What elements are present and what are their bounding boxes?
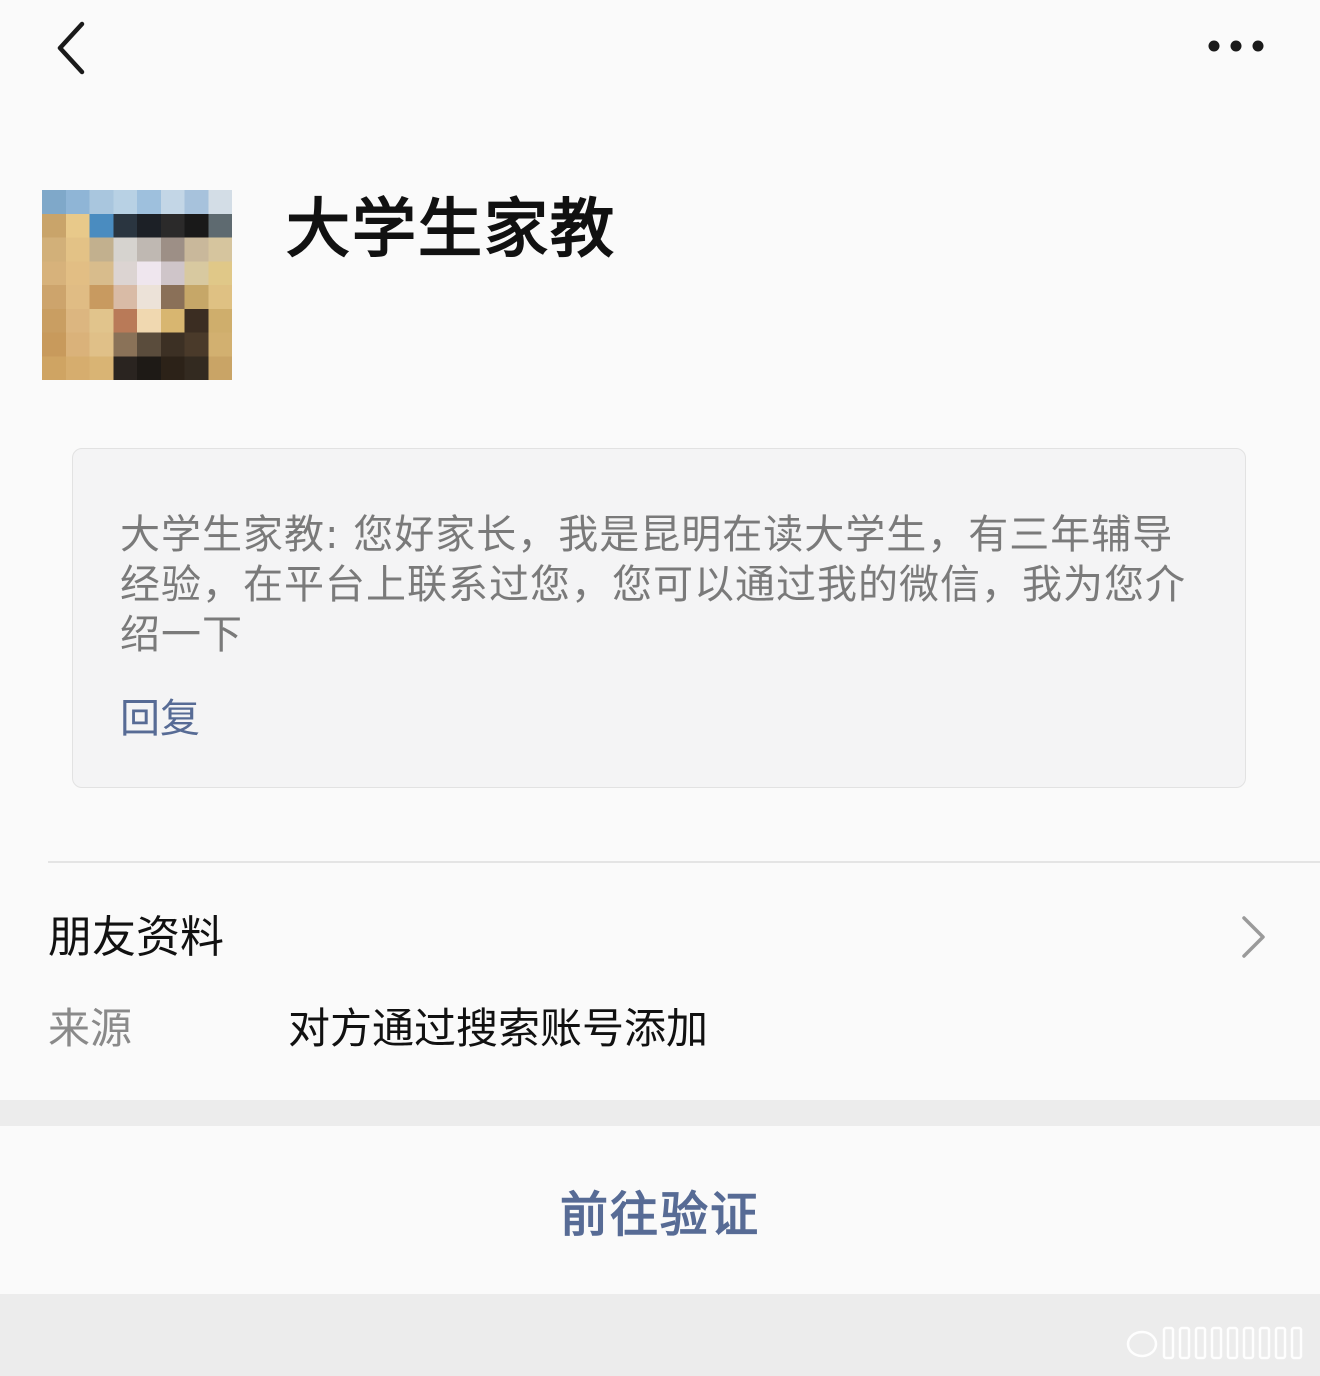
watermark-logo	[1120, 1322, 1310, 1364]
chevron-right-icon	[1236, 914, 1270, 960]
source-value: 对方通过搜索账号添加	[288, 1004, 709, 1053]
avatar[interactable]	[42, 190, 232, 380]
more-horizontal-icon	[1206, 38, 1266, 58]
back-button[interactable]	[40, 14, 100, 86]
more-options-button[interactable]	[1196, 20, 1276, 76]
avatar-mosaic-image	[42, 190, 232, 380]
go-verify-button[interactable]: 前往验证	[0, 1126, 1320, 1294]
reply-link[interactable]: 回复	[120, 694, 200, 744]
chevron-left-icon	[50, 18, 90, 82]
source-label: 来源	[48, 1004, 133, 1053]
contact-name: 大学生家教	[286, 193, 616, 267]
section-separator	[0, 1100, 1320, 1126]
divider	[48, 861, 1320, 863]
verification-message-text: 大学生家教: 您好家长，我是昆明在读大学生，有三年辅导经验，在平台上联系过您，您…	[120, 512, 1186, 658]
friend-info-label: 朋友资料	[48, 912, 224, 963]
